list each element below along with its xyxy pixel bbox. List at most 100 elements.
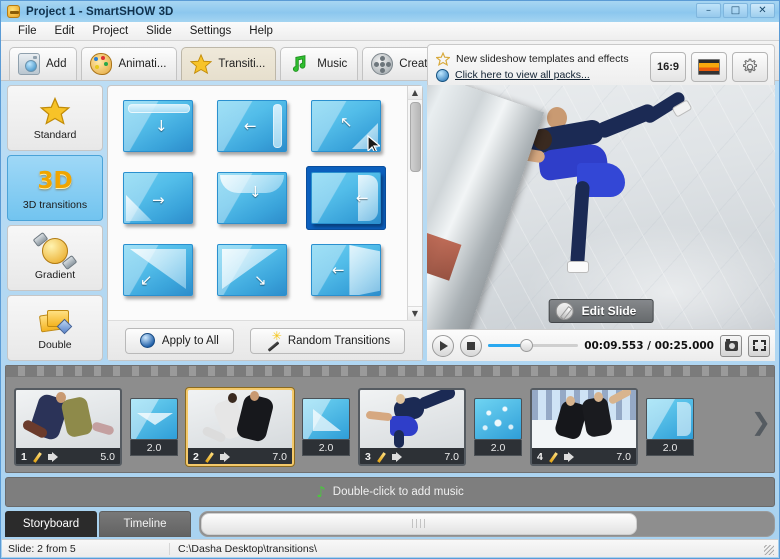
tab-transitions[interactable]: Transiti... [181,47,277,80]
globe-icon [436,68,449,82]
tab-music-label: Music [317,58,348,70]
fullscreen-icon [752,340,766,351]
speaker-icon[interactable] [391,452,404,462]
slide-duration[interactable]: 7.0 [616,451,631,463]
edit-slide-button[interactable]: Edit Slide [548,299,654,323]
slide-thumbnail-2[interactable]: 2 7.0 [186,388,294,466]
fullscreen-button[interactable] [748,334,770,357]
category-gradient[interactable]: Gradient [7,225,103,291]
settings-button[interactable] [732,51,768,82]
slide-duration[interactable]: 7.0 [444,451,459,463]
tab-storyboard[interactable]: Storyboard [5,511,97,537]
edit-pencil-icon[interactable] [204,452,215,463]
transition-item-row4-b[interactable] [212,310,292,320]
arrow-glyph: ↙ [140,271,153,289]
speaker-icon[interactable] [563,452,576,462]
apply-to-all-button[interactable]: Apply to All [124,327,234,354]
transition-chip-4[interactable]: 2.0 [646,398,694,456]
category-3d-transitions[interactable]: 3D 3D transitions [7,155,103,221]
minimize-button[interactable]: – [696,3,721,18]
category-3d-label: 3D transitions [22,198,88,211]
edit-pencil-icon[interactable] [32,452,43,463]
star-icon [435,51,451,66]
status-bar: Slide: 2 from 5 C:\Dasha Desktop\transit… [2,539,778,557]
transition-duration[interactable]: 2.0 [474,440,522,456]
maximize-button[interactable]: □ [723,3,748,18]
seek-slider[interactable] [488,337,579,355]
menu-item-file[interactable]: File [9,23,46,39]
transition-item-swing-door[interactable]: ← [306,238,386,302]
slide-thumbnail-4[interactable]: 4 7.0 [530,388,638,466]
slide-bar-2: 2 7.0 [188,448,292,464]
tab-timeline[interactable]: Timeline [99,511,191,537]
random-transitions-button[interactable]: Random Transitions [249,327,406,354]
menu-item-project[interactable]: Project [83,23,137,39]
transition-chip-2[interactable]: 2.0 [302,398,350,456]
scrollbar-thumb[interactable] [409,102,421,172]
tab-music[interactable]: Music [280,47,359,80]
snapshot-button[interactable] [720,334,742,357]
speaker-icon[interactable] [47,452,60,462]
transition-duration[interactable]: 2.0 [130,440,178,456]
tab-animation[interactable]: Animati... [81,47,178,80]
view-mode-tabs: Storyboard Timeline |||| [5,511,775,537]
menu-item-settings[interactable]: Settings [181,23,241,39]
transitions-grid: ↓ ← ↖ → ↓ ← ↙ ↘ ← [108,86,407,320]
storyboard-horizontal-scrollbar[interactable]: |||| [199,511,775,537]
menu-item-edit[interactable]: Edit [46,23,84,39]
transition-item-row4-c[interactable] [306,310,386,320]
category-standard[interactable]: Standard [7,85,103,151]
scrollbar-track[interactable] [407,172,422,306]
player-controls: 00:09.553 / 00:25.000 [427,329,775,361]
hscrollbar-thumb[interactable]: |||| [201,513,638,535]
transition-item-roll-left[interactable]: ← [212,94,292,158]
transition-item-door-open-left[interactable]: ← [306,166,386,230]
skin-button[interactable] [691,51,727,82]
slide-image [427,85,775,329]
transition-thumbnail [646,398,694,440]
storyboard-next-arrow[interactable]: ❯ [751,410,771,434]
scroll-up-button[interactable]: ▲ [407,86,422,100]
aspect-ratio-button[interactable]: 16:9 [650,51,686,82]
play-button[interactable] [432,334,454,357]
menu-item-help[interactable]: Help [240,23,282,39]
transition-chip-1[interactable]: 2.0 [130,398,178,456]
close-button[interactable]: ✕ [750,3,775,18]
transition-duration[interactable]: 2.0 [302,440,350,456]
storyboard[interactable]: 1 5.0 2.0 2 7.0 2.0 3 7.0 2.0 4 7.0 2.0 … [5,365,775,473]
slide-duration[interactable]: 5.0 [100,451,115,463]
transition-item-page-peel-corner[interactable]: ↖ [306,94,386,158]
tab-transitions-label: Transiti... [218,58,266,70]
category-double[interactable]: Double [7,295,103,361]
transition-item-blind-down[interactable]: ↓ [118,94,198,158]
stop-button[interactable] [460,334,482,357]
resize-grip[interactable] [761,542,775,556]
transition-item-page-peel-left[interactable]: → [118,166,198,230]
arrow-glyph: ← [332,261,345,279]
promo-link[interactable]: Click here to view all packs... [455,69,590,81]
transition-item-row4-a[interactable] [118,310,198,320]
transitions-scrollbar[interactable]: ▲ ▼ [407,86,422,320]
seek-knob[interactable] [519,339,533,352]
transition-item-fold-corner-up[interactable]: ↙ [118,238,198,302]
slide-thumbnail-3[interactable]: 3 7.0 [358,388,466,466]
preview-stage[interactable]: Edit Slide [427,85,775,329]
transition-duration[interactable]: 2.0 [646,440,694,456]
speaker-icon[interactable] [219,452,232,462]
transition-item-fold-diagonal[interactable]: ↘ [212,238,292,302]
slide-duration[interactable]: 7.0 [272,451,287,463]
transition-item-curtain-down[interactable]: ↓ [212,166,292,230]
tab-add[interactable]: Add [9,47,78,80]
play-icon [440,340,448,351]
slide-thumbnail-1[interactable]: 1 5.0 [14,388,122,466]
menu-item-slide[interactable]: Slide [137,23,181,39]
transition-chip-3[interactable]: 2.0 [474,398,522,456]
music-track-area[interactable]: ♪ Double-click to add music [5,477,775,507]
edit-pencil-icon[interactable] [548,452,559,463]
storyboard-strip: 1 5.0 2.0 2 7.0 2.0 3 7.0 2.0 4 7.0 2.0 [6,377,774,472]
music-note-icon [289,53,311,75]
edit-pencil-icon[interactable] [376,452,387,463]
scroll-down-button[interactable]: ▼ [407,306,422,320]
arrow-glyph: ↘ [254,271,267,289]
camera-icon [724,338,738,351]
